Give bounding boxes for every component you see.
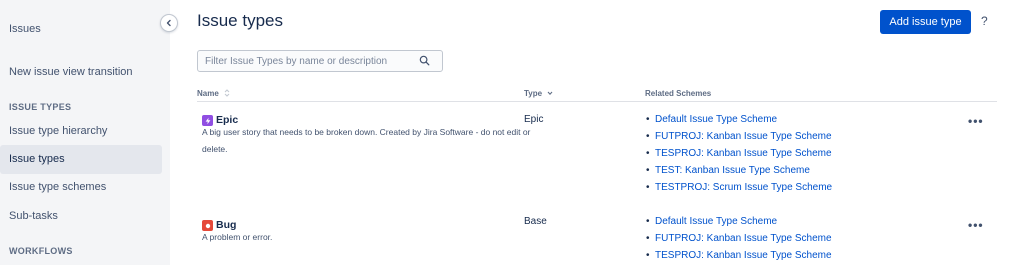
scheme-link[interactable]: FUTPROJ: Kanban Issue Type Scheme (655, 233, 832, 244)
scheme-link[interactable]: TESPROJ: Kanban Issue Type Scheme (655, 148, 832, 159)
collapse-sidebar-button[interactable] (160, 14, 178, 32)
related-schemes-list: • Default Issue Type Scheme • FUTPROJ: Kan… (646, 213, 832, 264)
scheme-link[interactable]: TESPROJ: Kanban Issue Type Scheme (655, 250, 832, 261)
table-header-divider (197, 101, 997, 102)
issue-type-kind: Epic (524, 114, 544, 125)
column-header-type-label: Type (524, 89, 543, 98)
issue-type-description: A big user story that needs to be broken… (202, 127, 531, 154)
sidebar-item-issue-types[interactable]: Issue types (9, 153, 65, 165)
sidebar: Issues New issue view transition ISSUE T… (0, 0, 170, 265)
add-issue-type-button[interactable]: Add issue type (880, 10, 971, 34)
page-title: Issue types (197, 11, 283, 30)
scheme-list-item: • Default Issue Type Scheme (646, 114, 778, 125)
scheme-link[interactable]: FUTPROJ: Kanban Issue Type Scheme (655, 131, 832, 142)
search-field (197, 50, 443, 72)
sidebar-item-new-issue-view-transition[interactable]: New issue view transition (9, 66, 133, 78)
scheme-link[interactable]: TESTPROJ: Scrum Issue Type Scheme (655, 182, 832, 193)
sort-down-icon (547, 91, 553, 96)
issue-type-description: A problem or error. (202, 232, 273, 242)
search-icon (419, 55, 430, 66)
issue-type-kind: Base (524, 216, 547, 227)
more-actions-button[interactable]: ••• (968, 218, 984, 232)
scheme-list-item: • FUTPROJ: Kanban Issue Type Scheme (646, 131, 832, 142)
column-header-type[interactable]: Type (524, 89, 553, 98)
scheme-link[interactable]: TEST: Kanban Issue Type Scheme (655, 165, 810, 176)
search-input[interactable] (198, 51, 418, 71)
scheme-list-item: • TEST: Kanban Issue Type Scheme (646, 165, 810, 176)
sort-neutral-icon (224, 89, 230, 97)
column-header-related-schemes: Related Schemes (645, 89, 712, 98)
sidebar-section-issue-types: ISSUE TYPES (9, 102, 72, 112)
scheme-link[interactable]: Default Issue Type Scheme (655, 114, 777, 125)
scheme-link[interactable]: Default Issue Type Scheme (655, 216, 777, 227)
more-actions-button[interactable]: ••• (968, 114, 984, 128)
scheme-list-item: • TESPROJ: Kanban Issue Type Scheme (646, 250, 832, 261)
chevron-left-icon (166, 19, 171, 27)
sidebar-heading: Issues (9, 23, 41, 35)
column-header-name-label: Name (197, 89, 219, 98)
help-icon[interactable]: ? (981, 14, 988, 28)
sidebar-section-workflows: WORKFLOWS (9, 246, 73, 256)
scheme-list-item: • FUTPROJ: Kanban Issue Type Scheme (646, 233, 832, 244)
scheme-list-item: • TESTPROJ: Scrum Issue Type Scheme (646, 182, 833, 193)
sidebar-item-issue-type-hierarchy[interactable]: Issue type hierarchy (9, 125, 107, 137)
sidebar-item-sub-tasks[interactable]: Sub-tasks (9, 210, 58, 222)
sidebar-item-issue-type-schemes[interactable]: Issue type schemes (9, 181, 106, 193)
column-header-name[interactable]: Name (197, 89, 230, 98)
related-schemes-list: • Default Issue Type Scheme • FUTPROJ: Kan… (646, 111, 832, 196)
scheme-list-item: • TESPROJ: Kanban Issue Type Scheme (646, 148, 832, 159)
scheme-list-item: • Default Issue Type Scheme (646, 216, 778, 227)
